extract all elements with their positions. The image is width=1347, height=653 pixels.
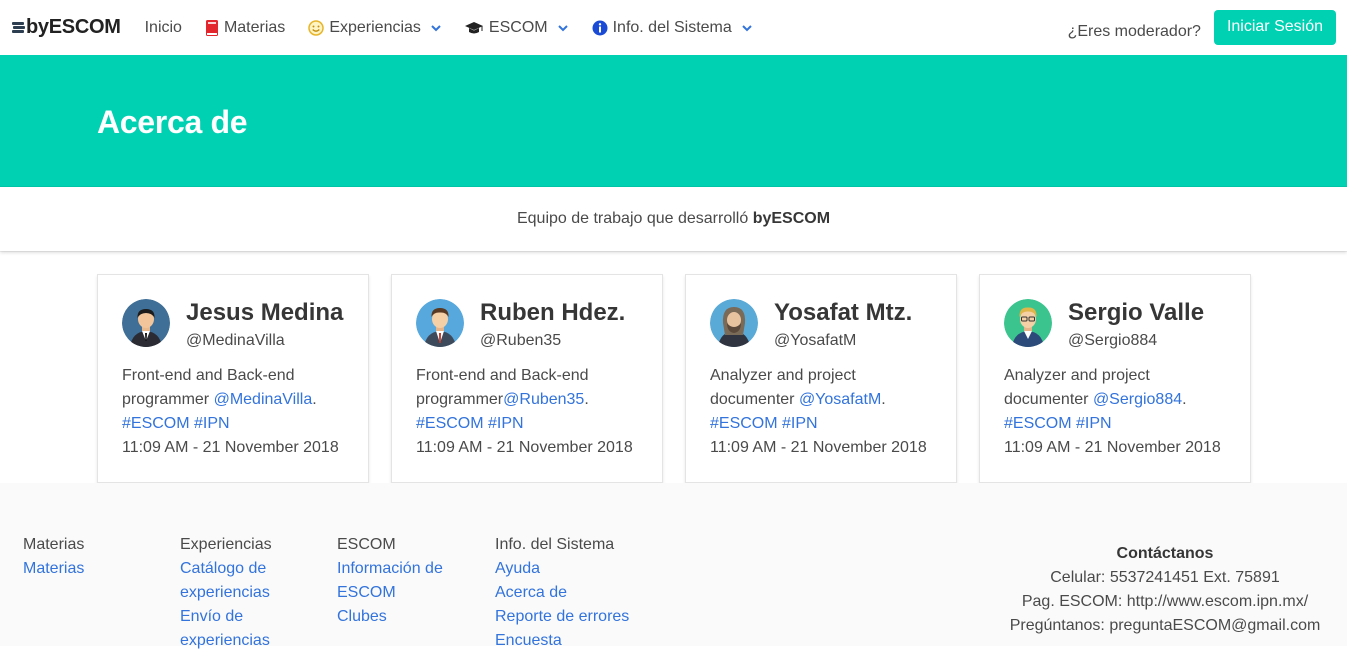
- chevron-down-icon: [742, 24, 752, 31]
- member-handle: @YosafatM: [774, 332, 857, 349]
- hashtag-links[interactable]: #ESCOM #IPN: [122, 415, 230, 432]
- hero-banner: Acerca de: [0, 55, 1347, 187]
- post-date: 11:09 AM - 21 November 2018: [1004, 439, 1221, 456]
- footer-link-ayuda[interactable]: Ayuda: [495, 557, 635, 581]
- footer-column-escom: ESCOM Información de ESCOM Clubes: [337, 533, 477, 629]
- nav-item-label: ESCOM: [488, 18, 548, 36]
- avatar: [1004, 299, 1052, 347]
- team-card: Yosafat Mtz. @YosafatM Analyzer and proj…: [685, 274, 957, 483]
- nav-item-escom[interactable]: ESCOM: [464, 0, 568, 55]
- nav-item-label: Inicio: [144, 18, 182, 36]
- subtitle-text: Equipo de trabajo que desarrolló byESCOM: [516, 210, 831, 227]
- hashtag-links[interactable]: #ESCOM #IPN: [1004, 415, 1112, 432]
- footer-link-encuesta[interactable]: Encuesta: [495, 629, 635, 653]
- footer-column-materias: Materias Materias: [23, 533, 163, 581]
- info-circle-icon: [592, 20, 608, 36]
- login-button[interactable]: Iniciar Sesión: [1213, 9, 1336, 45]
- footer-heading: Experiencias: [180, 536, 272, 553]
- page-title: Acerca de: [97, 104, 248, 140]
- contact-phone: Celular: 5537241451 Ext. 75891: [1050, 569, 1280, 586]
- member-handle: @Sergio884: [1068, 332, 1158, 349]
- post-date: 11:09 AM - 21 November 2018: [710, 439, 927, 456]
- brand-logo-icon: [12, 21, 25, 34]
- nav-item-experiencias[interactable]: Experiencias: [308, 0, 441, 55]
- subtitle-band: Equipo de trabajo que desarrolló byESCOM: [0, 187, 1347, 251]
- mention-link[interactable]: @Sergio884: [1093, 391, 1182, 408]
- graduation-cap-icon: [464, 21, 484, 35]
- nav-item-materias[interactable]: Materias: [205, 0, 285, 55]
- chevron-down-icon: [557, 24, 568, 31]
- nav-item-label: Materias: [223, 18, 286, 36]
- footer-contact: Contáctanos Celular: 5537241451 Ext. 758…: [1000, 542, 1330, 638]
- hashtag-links[interactable]: #ESCOM #IPN: [710, 415, 818, 432]
- book-icon: [205, 19, 219, 36]
- team-card: Sergio Valle @Sergio884 Analyzer and pro…: [979, 274, 1251, 483]
- brand-name: byESCOM: [26, 16, 121, 38]
- nav-item-label: Experiencias: [329, 18, 421, 36]
- team-cards: Jesus Medina @MedinaVilla Front-end and …: [97, 274, 1251, 483]
- chevron-down-icon: [431, 24, 441, 31]
- moderator-prompt: ¿Eres moderador?: [1067, 22, 1201, 40]
- member-name: Yosafat Mtz.: [774, 299, 913, 326]
- avatar: [416, 299, 464, 347]
- navbar-right: ¿Eres moderador? Iniciar Sesión: [1068, 0, 1347, 55]
- member-description: Front-end and Back-end programmer @Medin…: [122, 364, 352, 460]
- hashtag-links[interactable]: #ESCOM #IPN: [416, 415, 524, 432]
- footer-link-clubes[interactable]: Clubes: [337, 605, 477, 629]
- team-card: Ruben Hdez. @Ruben35 Front-end and Back-…: [391, 274, 663, 483]
- mention-link[interactable]: @MedinaVilla: [214, 391, 313, 408]
- member-description: Analyzer and project documenter @Yosafat…: [710, 364, 940, 460]
- footer-heading: Materias: [23, 536, 85, 553]
- footer-heading: ESCOM: [337, 536, 396, 553]
- footer-link-acerca[interactable]: Acerca de: [495, 581, 635, 605]
- mention-link[interactable]: @Ruben35: [503, 391, 584, 408]
- avatar: [122, 299, 170, 347]
- member-description: Analyzer and project documenter @Sergio8…: [1004, 364, 1234, 460]
- footer-heading: Info. del Sistema: [495, 536, 615, 553]
- member-handle: @Ruben35: [480, 332, 562, 349]
- member-handle: @MedinaVilla: [186, 332, 285, 349]
- footer-column-info-sistema: Info. del Sistema Ayuda Acerca de Report…: [495, 533, 635, 653]
- nav-item-label: Info. del Sistema: [612, 18, 732, 36]
- nav-item-inicio[interactable]: Inicio: [145, 0, 182, 55]
- smile-icon: [308, 19, 325, 36]
- contact-heading: Contáctanos: [1116, 545, 1214, 562]
- footer-link-materias[interactable]: Materias: [23, 557, 163, 581]
- contact-email: Pregúntanos: preguntaESCOM@gmail.com: [1009, 617, 1321, 634]
- footer-link-reporte[interactable]: Reporte de errores: [495, 605, 635, 629]
- avatar: [710, 299, 758, 347]
- team-card: Jesus Medina @MedinaVilla Front-end and …: [97, 274, 369, 483]
- member-name: Jesus Medina: [186, 299, 344, 326]
- mention-link[interactable]: @YosafatM: [799, 391, 881, 408]
- post-date: 11:09 AM - 21 November 2018: [122, 439, 339, 456]
- footer: Materias Materias Experiencias Catálogo …: [0, 483, 1347, 649]
- subtitle-brand: byESCOM: [752, 210, 831, 227]
- navbar: byESCOM Inicio Materias Experiencias ESC…: [0, 0, 1347, 55]
- nav-item-info-sistema[interactable]: Info. del Sistema: [592, 0, 752, 55]
- member-name: Sergio Valle: [1068, 299, 1205, 326]
- footer-link-informacion[interactable]: Información de ESCOM: [337, 557, 462, 605]
- brand-logo-link[interactable]: byESCOM: [12, 0, 121, 55]
- post-date: 11:09 AM - 21 November 2018: [416, 439, 633, 456]
- footer-column-experiencias: Experiencias Catálogo de experiencias En…: [180, 533, 320, 653]
- footer-link-catalogo[interactable]: Catálogo de experiencias: [180, 557, 290, 605]
- member-name: Ruben Hdez.: [480, 299, 626, 326]
- member-description: Front-end and Back-end programmer@Ruben3…: [416, 364, 646, 460]
- contact-page: Pag. ESCOM: http://www.escom.ipn.mx/: [1021, 593, 1309, 610]
